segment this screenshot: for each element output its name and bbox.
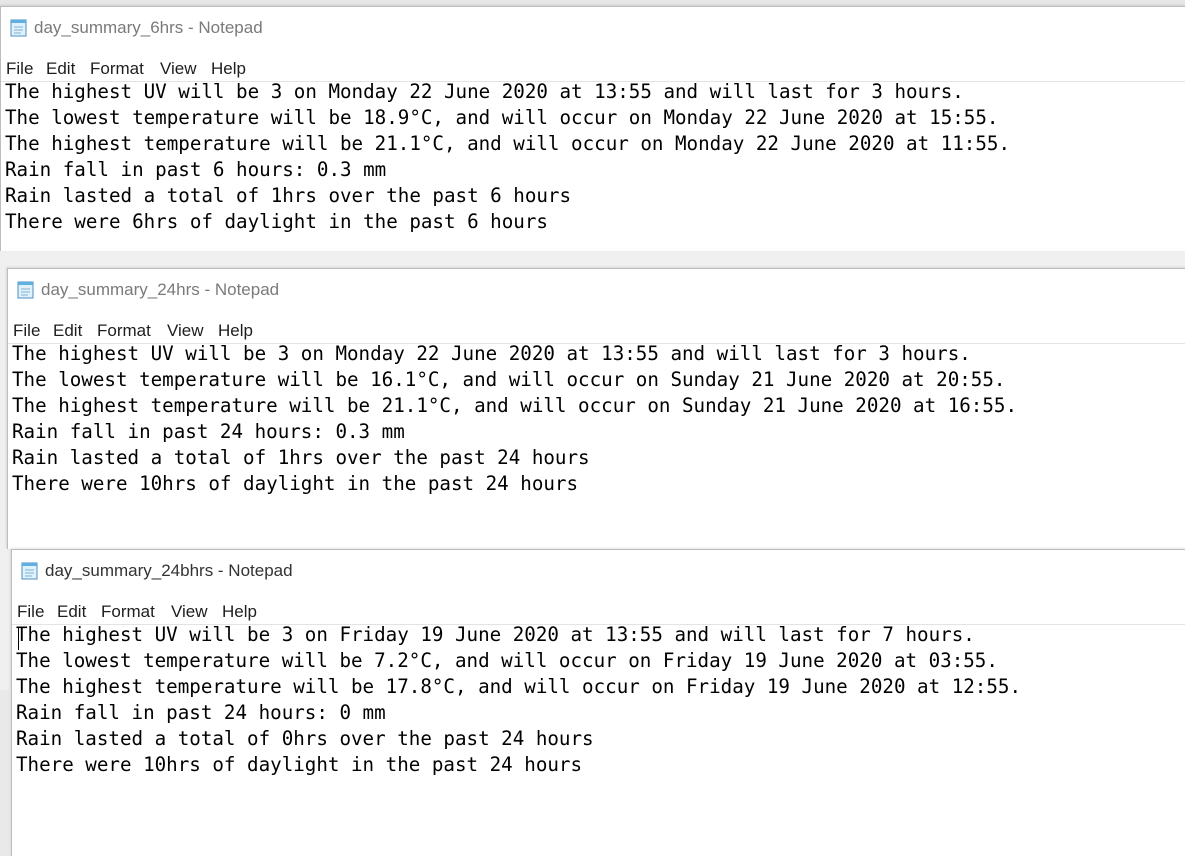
menu-format[interactable]: Format: [101, 602, 155, 622]
notepad-window-24hrs[interactable]: day_summary_24hrs - Notepad File Edit Fo…: [7, 268, 1185, 549]
menu-bar: File Edit Format View Help: [8, 317, 1185, 344]
notepad-icon: [10, 19, 27, 37]
text-area[interactable]: The highest UV will be 3 on Monday 22 Ju…: [1, 80, 1185, 251]
text-area[interactable]: The highest UV will be 3 on Friday 19 Ju…: [12, 623, 1185, 856]
menu-edit[interactable]: Edit: [53, 321, 82, 341]
menu-file[interactable]: File: [13, 321, 40, 341]
text-line-daylight: There were 10hrs of daylight in the past…: [12, 472, 579, 495]
text-line-lowest-temperature: The lowest temperature will be 18.9°C, a…: [5, 106, 999, 129]
text-area[interactable]: The highest UV will be 3 on Monday 22 Ju…: [8, 342, 1185, 549]
text-line-rain-fall: Rain fall in past 6 hours: 0.3 mm: [5, 158, 387, 181]
menu-format[interactable]: Format: [97, 321, 151, 341]
title-bar[interactable]: day_summary_24bhrs - Notepad: [12, 550, 1185, 592]
text-line-lowest-temperature: The lowest temperature will be 7.2°C, an…: [16, 649, 998, 672]
menu-bar: File Edit Format View Help: [1, 55, 1185, 82]
menu-view[interactable]: View: [171, 602, 208, 622]
text-line-rain-fall: Rain fall in past 24 hours: 0.3 mm: [12, 420, 405, 443]
menu-help[interactable]: Help: [218, 321, 253, 341]
window-title: day_summary_24bhrs - Notepad: [45, 561, 293, 580]
notepad-window-24bhrs[interactable]: day_summary_24bhrs - Notepad File Edit F…: [11, 549, 1185, 856]
text-line-rain-duration: Rain lasted a total of 1hrs over the pas…: [12, 446, 590, 469]
text-line-daylight: There were 10hrs of daylight in the past…: [16, 753, 583, 776]
menu-help[interactable]: Help: [222, 602, 257, 622]
text-line-uv: The highest UV will be 3 on Monday 22 Ju…: [12, 342, 971, 365]
menu-view[interactable]: View: [167, 321, 204, 341]
menu-file[interactable]: File: [6, 59, 33, 79]
background-window-edge: [0, 690, 9, 856]
menu-bar: File Edit Format View Help: [12, 598, 1185, 625]
notepad-window-6hrs[interactable]: day_summary_6hrs - Notepad File Edit For…: [0, 6, 1185, 251]
title-bar[interactable]: day_summary_6hrs - Notepad: [1, 7, 1185, 49]
text-line-lowest-temperature: The lowest temperature will be 16.1°C, a…: [12, 368, 1006, 391]
menu-help[interactable]: Help: [211, 59, 246, 79]
text-line-highest-temperature: The highest temperature will be 21.1°C, …: [5, 132, 1011, 155]
text-line-rain-duration: Rain lasted a total of 0hrs over the pas…: [16, 727, 594, 750]
text-line-highest-temperature: The highest temperature will be 17.8°C, …: [16, 675, 1022, 698]
menu-format[interactable]: Format: [90, 59, 144, 79]
notepad-icon: [17, 281, 34, 299]
menu-edit[interactable]: Edit: [46, 59, 75, 79]
menu-view[interactable]: View: [160, 59, 197, 79]
window-title: day_summary_24hrs - Notepad: [41, 280, 280, 299]
menu-file[interactable]: File: [17, 602, 44, 622]
window-title: day_summary_6hrs - Notepad: [34, 18, 263, 37]
text-line-rain-fall: Rain fall in past 24 hours: 0 mm: [16, 701, 386, 724]
title-bar[interactable]: day_summary_24hrs - Notepad: [8, 269, 1185, 311]
text-line-uv: The highest UV will be 3 on Monday 22 Ju…: [5, 80, 964, 103]
menu-edit[interactable]: Edit: [57, 602, 86, 622]
text-line-uv: The highest UV will be 3 on Friday 19 Ju…: [16, 623, 975, 646]
text-line-highest-temperature: The highest temperature will be 21.1°C, …: [12, 394, 1018, 417]
desktop: day_summary_6hrs - Notepad File Edit For…: [0, 0, 1185, 856]
text-line-daylight: There were 6hrs of daylight in the past …: [5, 210, 548, 233]
text-line-rain-duration: Rain lasted a total of 1hrs over the pas…: [5, 184, 572, 207]
notepad-icon: [21, 562, 38, 580]
